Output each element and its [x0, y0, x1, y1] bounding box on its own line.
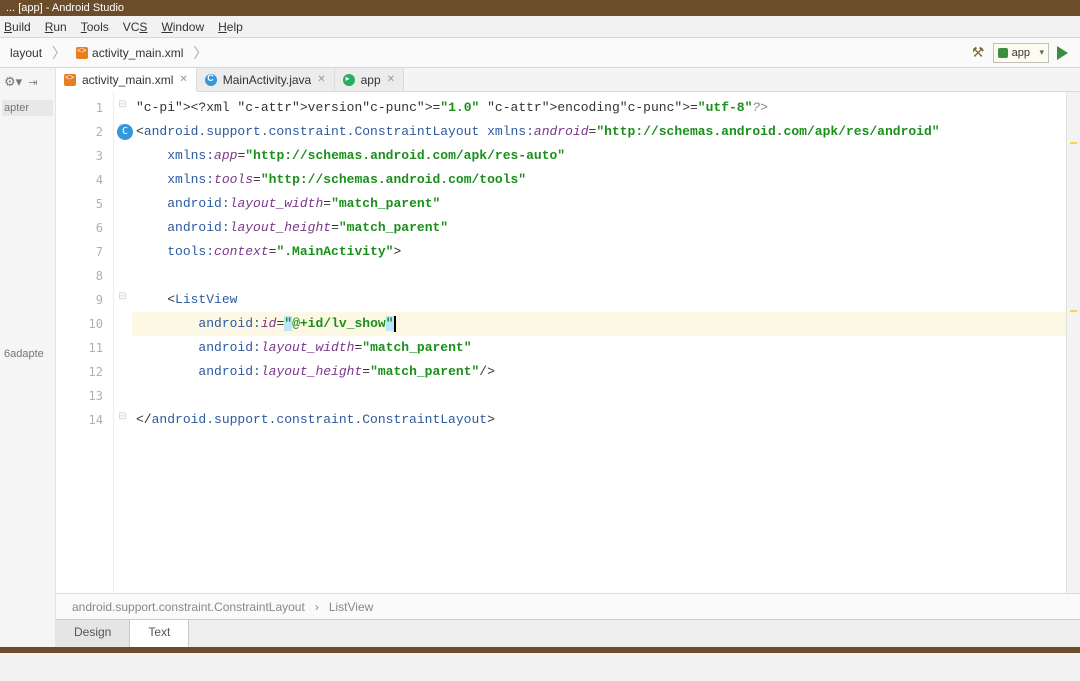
crumb-item[interactable]: android.support.constraint.ConstraintLay…	[72, 600, 305, 614]
author-badge[interactable]: C	[117, 124, 133, 140]
xml-file-icon	[76, 47, 88, 59]
error-stripe[interactable]	[1066, 92, 1080, 593]
close-icon[interactable]: ✕	[179, 74, 187, 85]
code-line[interactable]: <ListView	[132, 288, 1066, 312]
title-bar: ... [app] - Android Studio	[0, 0, 1080, 16]
menu-build[interactable]: Build	[4, 20, 31, 34]
gear-icon[interactable]: ⚙▾	[4, 74, 22, 90]
fold-toggle-icon[interactable]: ⊟	[118, 99, 126, 110]
fold-toggle-icon[interactable]: ⊟	[118, 411, 126, 422]
project-item[interactable]: apter	[2, 100, 53, 116]
chevron-right-icon: 〉	[193, 43, 207, 63]
collapse-icon[interactable]: ⇥	[28, 76, 37, 89]
editor-tab[interactable]: app ✕	[335, 68, 404, 91]
breadcrumb-label: activity_main.xml	[92, 46, 183, 60]
toolbar: layout 〉 activity_main.xml 〉 ⚒ app	[0, 38, 1080, 68]
code-line[interactable]: tools:context=".MainActivity">	[132, 240, 1066, 264]
breadcrumb-item[interactable]: activity_main.xml	[70, 44, 189, 62]
app-file-icon	[343, 74, 355, 86]
chevron-right-icon: ›	[315, 600, 319, 614]
run-button[interactable]	[1057, 46, 1068, 60]
menu-help[interactable]: Help	[218, 20, 243, 34]
menu-bar: Build Run Tools VCS Window Help	[0, 16, 1080, 38]
code-line[interactable]: android:layout_height="match_parent"/>	[132, 360, 1066, 384]
code-line[interactable]: android:layout_width="match_parent"	[132, 192, 1066, 216]
editor-tab[interactable]: MainActivity.java ✕	[197, 68, 335, 91]
structure-breadcrumb: android.support.constraint.ConstraintLay…	[56, 593, 1080, 619]
menu-window[interactable]: Window	[161, 20, 204, 34]
build-icon[interactable]: ⚒	[972, 44, 985, 61]
design-text-tab[interactable]: Text	[130, 620, 189, 647]
java-file-icon	[205, 74, 217, 86]
project-item[interactable]: 6adapte	[2, 346, 53, 362]
fold-gutter[interactable]: ⊟⊟⊟⊟	[114, 92, 132, 593]
code-line[interactable]: android:id="@+id/lv_show"	[132, 312, 1066, 336]
run-config-select[interactable]: app	[993, 43, 1049, 63]
project-tool-window[interactable]: ⚙▾ ⇥ apter 6adapte	[0, 68, 56, 647]
code-line[interactable]: android:layout_height="match_parent"	[132, 216, 1066, 240]
editor-tab[interactable]: activity_main.xml ✕	[56, 68, 197, 92]
xml-file-icon	[64, 74, 76, 86]
tab-label: MainActivity.java	[223, 73, 311, 87]
code-editor[interactable]: "c-pi"><?xml "c-attr">version"c-punc">="…	[132, 92, 1066, 593]
code-line[interactable]: xmlns:app="http://schemas.android.com/ap…	[132, 144, 1066, 168]
close-icon[interactable]: ✕	[317, 74, 325, 85]
menu-tools[interactable]: Tools	[81, 20, 109, 34]
status-bar	[0, 647, 1080, 653]
fold-toggle-icon[interactable]: ⊟	[118, 291, 126, 302]
code-line[interactable]: xmlns:tools="http://schemas.android.com/…	[132, 168, 1066, 192]
code-line[interactable]: </android.support.constraint.ConstraintL…	[132, 408, 1066, 432]
run-config-label: app	[1012, 47, 1030, 59]
design-text-tab[interactable]: Design	[56, 620, 130, 647]
code-line[interactable]: "c-pi"><?xml "c-attr">version"c-punc">="…	[132, 96, 1066, 120]
code-line[interactable]	[132, 384, 1066, 408]
close-icon[interactable]: ✕	[387, 74, 395, 85]
tab-label: activity_main.xml	[82, 73, 173, 87]
breadcrumb: layout 〉 activity_main.xml 〉	[4, 43, 207, 63]
menu-run[interactable]: Run	[45, 20, 67, 34]
tab-label: app	[361, 73, 381, 87]
line-number-gutter[interactable]: 12C34567891011121314	[56, 92, 114, 593]
breadcrumb-item[interactable]: layout	[4, 44, 48, 62]
code-line[interactable]: <android.support.constraint.ConstraintLa…	[132, 120, 1066, 144]
code-line[interactable]	[132, 264, 1066, 288]
chevron-right-icon: 〉	[52, 43, 66, 63]
editor-tabs: activity_main.xml ✕ MainActivity.java ✕ app ✕	[56, 68, 1080, 92]
crumb-item[interactable]: ListView	[329, 600, 373, 614]
code-line[interactable]: android:layout_width="match_parent"	[132, 336, 1066, 360]
menu-vcs[interactable]: VCS	[123, 20, 148, 34]
layout-editor-tabs: DesignText	[56, 619, 1080, 647]
